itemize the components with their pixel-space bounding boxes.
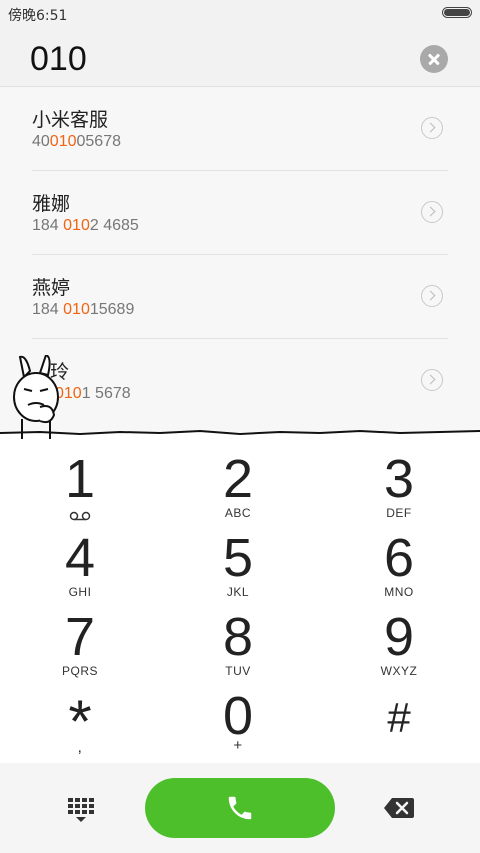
dialpad-grid-icon[interactable] <box>64 796 96 824</box>
contact-row[interactable]: 玲 0101 5678 <box>0 339 480 423</box>
contact-number: 184 0102 4685 <box>32 217 139 234</box>
key-4[interactable]: 4 GHI <box>0 525 160 603</box>
contact-name: 燕婷 <box>32 277 71 299</box>
contact-detail-arrow-icon[interactable] <box>421 285 443 307</box>
key-3[interactable]: 3 DEF <box>319 446 479 524</box>
backspace-icon[interactable] <box>382 796 416 820</box>
key-hash[interactable]: # <box>319 683 479 761</box>
clear-icon[interactable] <box>420 45 448 73</box>
contact-name: 雅娜 <box>32 193 71 215</box>
bunny-mascot <box>13 355 59 439</box>
status-time: 傍晚6:51 <box>8 8 68 24</box>
dialer-action-bar <box>0 763 480 853</box>
key-6[interactable]: 6 MNO <box>319 525 479 603</box>
matched-digits: 010 <box>49 133 77 150</box>
contact-number: 4001005678 <box>32 133 121 150</box>
contact-detail-arrow-icon[interactable] <box>421 369 443 391</box>
call-button[interactable] <box>145 778 335 838</box>
dial-input-bar: 010 <box>0 26 480 87</box>
voicemail-icon <box>69 506 91 521</box>
matching-contacts-list: 小米客服 4001005678 雅娜 184 0102 4685 燕婷 184 … <box>0 87 480 432</box>
key-2[interactable]: 2 ABC <box>158 446 318 524</box>
status-bar: 傍晚6:51 <box>0 0 480 26</box>
key-star[interactable]: * , <box>0 683 160 761</box>
dialed-number: 010 <box>30 40 87 78</box>
contact-detail-arrow-icon[interactable] <box>421 117 443 139</box>
battery-icon <box>442 7 472 18</box>
doodle-divider <box>0 429 480 436</box>
key-7[interactable]: 7 PQRS <box>0 604 160 682</box>
contact-detail-arrow-icon[interactable] <box>421 201 443 223</box>
key-8[interactable]: 8 TUV <box>158 604 318 682</box>
key-5[interactable]: 5 JKL <box>158 525 318 603</box>
matched-digits: 010 <box>63 301 90 318</box>
key-9[interactable]: 9 WXYZ <box>319 604 479 682</box>
contact-row[interactable]: 小米客服 4001005678 <box>0 87 480 171</box>
contact-row[interactable]: 燕婷 184 01015689 <box>0 255 480 339</box>
key-0[interactable]: 0 + <box>158 683 318 761</box>
phone-icon <box>228 796 252 820</box>
contact-name: 小米客服 <box>32 109 109 131</box>
contact-number: 184 01015689 <box>32 301 135 318</box>
dialpad: 1 2 ABC 3 DEF 4 GHI 5 JKL 6 MNO 7 PQRS 8… <box>0 432 480 763</box>
key-1[interactable]: 1 <box>0 446 160 524</box>
contact-row[interactable]: 雅娜 184 0102 4685 <box>0 171 480 255</box>
matched-digits: 010 <box>63 217 90 234</box>
